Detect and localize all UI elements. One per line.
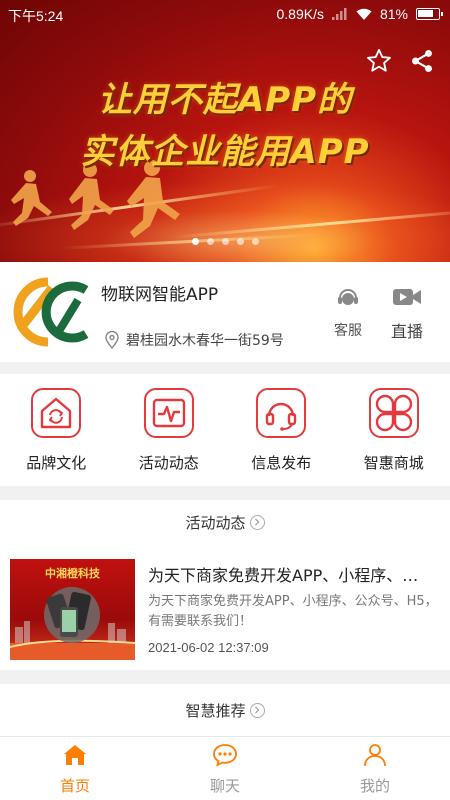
- pagination-dot[interactable]: [251, 238, 259, 245]
- chevron-right-icon: [249, 702, 265, 718]
- article-title: 为天下商家免费开发APP、小程序、…: [148, 566, 419, 585]
- banner-pagination: [0, 238, 450, 245]
- hero-banner[interactable]: 下午5:24 0.89K/s 81% 让用不起APP的 实体企业能用APP: [0, 0, 450, 262]
- chat-icon: [213, 744, 237, 767]
- home-icon: [64, 745, 86, 765]
- tab-profile[interactable]: 我的: [300, 737, 450, 800]
- category-label: 活动动态: [138, 454, 199, 472]
- category-label: 信息发布: [251, 454, 312, 472]
- banner-headline-2: 实体企业能用APP: [80, 132, 370, 172]
- store-name: 物联网智能APP: [101, 285, 219, 305]
- category-brand-culture[interactable]: 品牌文化: [0, 374, 113, 486]
- category-smart-mall[interactable]: 智惠商城: [338, 374, 450, 486]
- tab-label: 聊天: [209, 777, 240, 795]
- article-thumbnail: 中湘橙科技: [10, 559, 135, 660]
- live-stream-label: 直播: [390, 322, 423, 341]
- recommend-section-header[interactable]: 智慧推荐: [0, 684, 450, 736]
- user-icon: [364, 744, 386, 767]
- activity-section-header[interactable]: 活动动态: [0, 500, 450, 544]
- article-timestamp: 2021-06-02 12:37:09: [148, 640, 269, 655]
- tab-home[interactable]: 首页: [0, 737, 150, 800]
- category-label: 品牌文化: [26, 454, 87, 472]
- battery-level: [418, 10, 433, 17]
- category-activity-news[interactable]: 活动动态: [113, 374, 226, 486]
- category-label: 智惠商城: [363, 454, 424, 472]
- live-stream-button[interactable]: 直播: [382, 286, 432, 342]
- pagination-dot[interactable]: [236, 238, 244, 245]
- headset-icon: [256, 388, 307, 438]
- tab-label: 首页: [59, 777, 90, 795]
- customer-service-button[interactable]: 客服: [323, 286, 373, 340]
- pagination-dot[interactable]: [221, 238, 229, 245]
- customer-service-icon: [338, 289, 358, 305]
- pagination-dot[interactable]: [191, 238, 199, 245]
- category-grid: 品牌文化 活动动态 信息发布 智惠商城: [0, 374, 450, 486]
- category-info-publish[interactable]: 信息发布: [225, 374, 338, 486]
- store-info-card: 物联网智能APP 碧桂园水木春华一街59号 客服 直播: [0, 262, 450, 362]
- article-description: 为天下商家免费开发APP、小程序、公众号、H5，有需要联系我们！: [148, 594, 438, 629]
- chevron-right-icon: [249, 514, 265, 530]
- customer-service-label: 客服: [334, 323, 362, 339]
- section-title: 智慧推荐: [185, 701, 246, 720]
- store-address[interactable]: 碧桂园水木春华一街59号: [104, 330, 284, 350]
- signal-icon: [331, 8, 347, 20]
- banner-headline-1: 让用不起APP的: [97, 80, 353, 120]
- runners-illustration: [11, 160, 180, 238]
- location-pin-icon: [105, 331, 119, 349]
- section-title: 活动动态: [185, 513, 246, 532]
- status-bar: 下午5:24 0.89K/s 81%: [0, 0, 450, 32]
- article-card[interactable]: 中湘橙科技 为天下商家免费开发APP、小程序、… 为天下商家免费开发APP、小程…: [0, 544, 450, 670]
- tab-chat[interactable]: 聊天: [150, 737, 300, 800]
- battery-icon: [416, 8, 443, 20]
- star-icon: [367, 48, 391, 72]
- house-refresh-icon: [31, 388, 82, 438]
- wifi-icon: [356, 8, 372, 20]
- four-petal-icon: [368, 388, 419, 438]
- video-camera-icon: [393, 289, 421, 305]
- tab-label: 我的: [359, 777, 390, 795]
- phone-collage-image: [10, 587, 135, 660]
- store-address-text: 碧桂园水木春华一街59号: [126, 333, 284, 349]
- pagination-dot[interactable]: [206, 238, 214, 245]
- bottom-tab-bar: 首页 聊天 我的: [0, 736, 450, 800]
- share-icon: [412, 49, 432, 73]
- pulse-chart-icon: [143, 388, 194, 438]
- store-logo: [13, 277, 88, 347]
- net-speed: 0.89K/s: [276, 6, 324, 22]
- status-time: 下午5:24: [8, 8, 64, 24]
- battery-percent: 81%: [379, 6, 408, 22]
